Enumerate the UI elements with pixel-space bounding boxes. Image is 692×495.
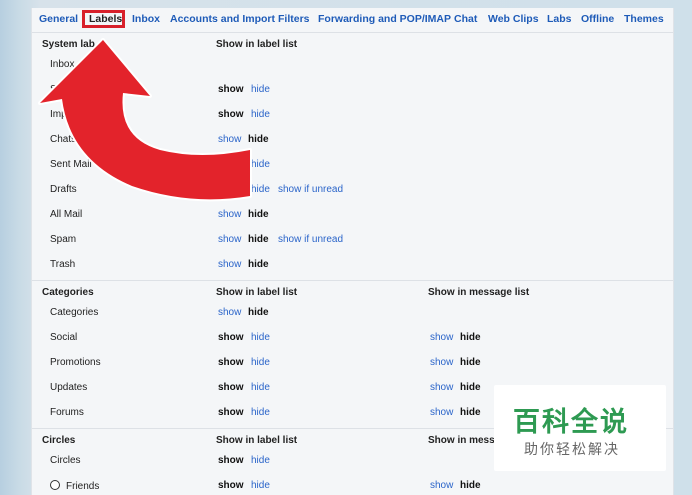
- hide-link[interactable]: hide: [251, 159, 270, 170]
- tab-inbox[interactable]: Inbox: [132, 13, 160, 25]
- show-link[interactable]: show: [218, 307, 241, 318]
- hide-link[interactable]: hide: [251, 357, 270, 368]
- show-option[interactable]: show: [218, 184, 244, 195]
- hide-option[interactable]: hide: [248, 234, 269, 245]
- show-link[interactable]: show: [218, 209, 241, 220]
- tab-labs[interactable]: Labs: [547, 13, 572, 25]
- watermark-subtitle: 助你轻松解决: [524, 441, 620, 457]
- message-show-link[interactable]: show: [430, 480, 453, 491]
- message-show-link[interactable]: show: [430, 357, 453, 368]
- show-link[interactable]: show: [218, 234, 241, 245]
- tab-accounts-and-import[interactable]: Accounts and Import: [170, 13, 275, 25]
- message-show-link[interactable]: show: [430, 332, 453, 343]
- label-name: Trash: [50, 259, 76, 270]
- hide-link[interactable]: hide: [251, 455, 270, 466]
- label-name: Social: [50, 332, 78, 343]
- message-hide-option[interactable]: hide: [460, 480, 481, 491]
- hide-link[interactable]: hide: [251, 184, 270, 195]
- label-row-sent-mail: Sent Mail hide: [32, 153, 673, 178]
- label-list-column-heading: Show in label list: [216, 435, 298, 446]
- tab-forwarding-pop-imap[interactable]: Forwarding and POP/IMAP: [318, 13, 451, 25]
- label-name: St: [50, 84, 60, 95]
- show-option[interactable]: show: [218, 332, 244, 343]
- hide-link[interactable]: hide: [251, 332, 270, 343]
- hide-option[interactable]: hide: [248, 134, 269, 145]
- settings-tabs: General Labels Inbox Accounts and Import…: [32, 8, 673, 32]
- label-name: All Mail: [50, 209, 83, 220]
- label-list-column-heading: Show in label list: [216, 39, 298, 50]
- circle-icon: [50, 480, 60, 490]
- label-row-chats: Chats show hide: [32, 128, 673, 153]
- message-hide-option[interactable]: hide: [460, 332, 481, 343]
- divider: [32, 280, 673, 281]
- show-if-unread-link[interactable]: show if unread: [278, 184, 343, 195]
- label-row-drafts: Drafts show hide show if unread: [32, 178, 673, 203]
- show-option[interactable]: show: [218, 382, 244, 393]
- hide-link[interactable]: hide: [251, 382, 270, 393]
- show-option[interactable]: show: [218, 407, 244, 418]
- hide-option[interactable]: hide: [248, 307, 269, 318]
- label-name: Importan: [50, 109, 90, 120]
- hide-link[interactable]: hide: [251, 407, 270, 418]
- hide-link[interactable]: hide: [251, 480, 270, 491]
- hide-link[interactable]: hide: [251, 84, 270, 95]
- tab-chat[interactable]: Chat: [454, 13, 477, 25]
- label-row-inbox: Inbox: [32, 53, 673, 78]
- label-list-column-heading: Show in label list: [216, 287, 298, 298]
- label-row-trash: Trash show hide: [32, 253, 673, 278]
- tab-filters[interactable]: Filters: [278, 13, 310, 25]
- show-option[interactable]: show: [218, 480, 244, 491]
- label-name: Sent Mail: [50, 159, 92, 170]
- category-row-social: Social show hide show hide: [32, 326, 673, 351]
- categories-heading: Categories: [42, 287, 94, 298]
- hide-option[interactable]: hide: [248, 259, 269, 270]
- category-row-promotions: Promotions show hide show hide: [32, 351, 673, 376]
- labels-tab-highlight: [82, 10, 125, 28]
- show-link[interactable]: show: [218, 134, 241, 145]
- show-option[interactable]: show: [218, 84, 244, 95]
- label-name: Circles: [50, 455, 81, 466]
- label-name: Drafts: [50, 184, 77, 195]
- label-name: Spam: [50, 234, 77, 245]
- show-option[interactable]: show: [218, 455, 244, 466]
- label-row-important: Importan show hide: [32, 103, 673, 128]
- hide-link[interactable]: hide: [251, 109, 270, 120]
- watermark-main-text: 百科全说: [513, 407, 629, 437]
- message-hide-option[interactable]: hide: [460, 382, 481, 393]
- divider: [32, 32, 673, 33]
- label-name: Categories: [50, 307, 99, 318]
- label-name: Chats: [50, 134, 77, 145]
- label-name: Friends: [50, 480, 99, 492]
- message-hide-option[interactable]: hide: [460, 407, 481, 418]
- tab-web-clips[interactable]: Web Clips: [488, 13, 539, 25]
- circle-row-friends: Friends show hide show hide: [32, 474, 673, 495]
- message-show-link[interactable]: show: [430, 382, 453, 393]
- tab-themes[interactable]: Themes: [624, 13, 664, 25]
- label-row-starred: St show hide: [32, 78, 673, 103]
- tab-general[interactable]: General: [39, 13, 78, 25]
- label-name: Forums: [50, 407, 84, 418]
- watermark-logo: 百科全说 助你轻松解决: [494, 385, 666, 471]
- label-name: Updates: [50, 382, 88, 393]
- system-labels-heading: System lab: [42, 39, 95, 50]
- label-row-spam: Spam show hide show if unread: [32, 228, 673, 253]
- label-name: Inbox: [50, 59, 75, 70]
- category-row-categories: Categories show hide: [32, 301, 673, 326]
- show-option[interactable]: show: [218, 357, 244, 368]
- message-show-link[interactable]: show: [430, 407, 453, 418]
- show-option[interactable]: show: [218, 109, 244, 120]
- tab-offline[interactable]: Offline: [581, 13, 614, 25]
- show-if-unread-link[interactable]: show if unread: [278, 234, 343, 245]
- message-list-column-heading: Show in message list: [428, 287, 530, 298]
- message-hide-option[interactable]: hide: [460, 357, 481, 368]
- circles-heading: Circles: [42, 435, 76, 446]
- circle-name: Friends: [66, 481, 100, 492]
- label-row-all-mail: All Mail show hide: [32, 203, 673, 228]
- message-list-column-heading: Show in messa: [428, 435, 501, 446]
- show-link[interactable]: show: [218, 259, 241, 270]
- label-name: Promotions: [50, 357, 101, 368]
- hide-option[interactable]: hide: [248, 209, 269, 220]
